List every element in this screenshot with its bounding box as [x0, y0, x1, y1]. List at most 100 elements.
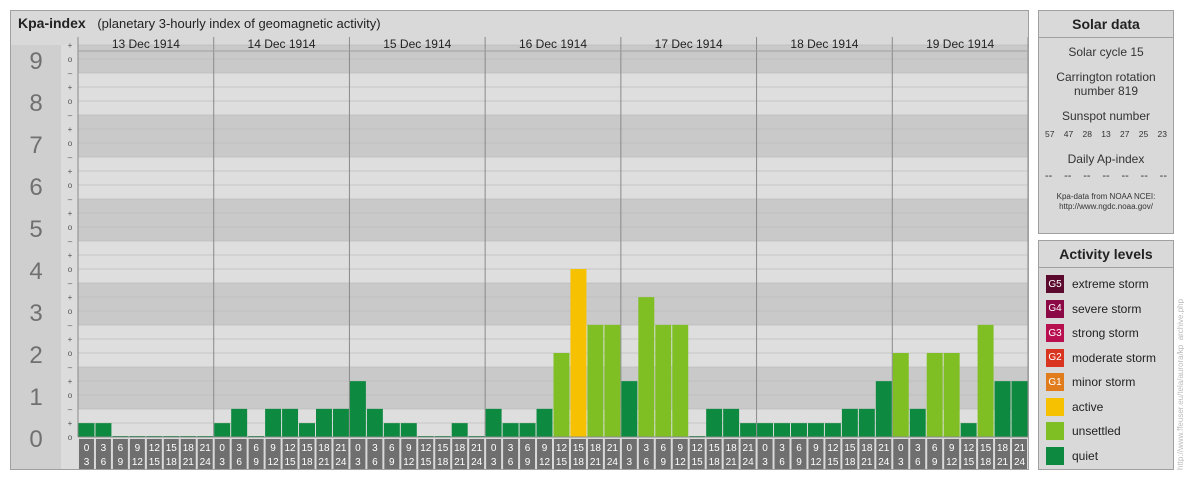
sunspot-value: 25 — [1138, 129, 1149, 139]
ap-value: -- — [1140, 170, 1148, 182]
kp-bar — [841, 408, 858, 437]
y-minor-tick: – — [68, 111, 73, 120]
y-minor-tick: + — [68, 83, 73, 92]
interval-end-label: 15 — [284, 457, 296, 468]
interval-end-label: 15 — [556, 457, 568, 468]
y-tick-label: 0 — [29, 426, 42, 453]
interval-start-label: 12 — [284, 443, 296, 454]
interval-end-label: 3 — [355, 457, 361, 468]
legend-label: minor storm — [1072, 375, 1136, 390]
interval-end-label: 6 — [779, 457, 785, 468]
interval-end-label: 6 — [915, 457, 921, 468]
interval-start-label: 6 — [525, 443, 531, 454]
interval-end-label: 12 — [946, 457, 958, 468]
interval-end-label: 18 — [844, 457, 856, 468]
y-minor-tick: + — [68, 167, 73, 176]
legend-item-unsettled: unsettled — [1039, 419, 1173, 444]
kp-bar — [774, 423, 790, 437]
kp-bar — [366, 408, 383, 437]
interval-end-label: 12 — [132, 457, 144, 468]
interval-end-label: 18 — [573, 457, 585, 468]
kp-bar — [723, 408, 740, 437]
interval-start-label: 0 — [627, 443, 633, 454]
sunspot-value: 27 — [1120, 129, 1130, 139]
kp-bar — [214, 423, 231, 437]
activity-levels-header: Activity levels — [1039, 241, 1173, 268]
ap-value: -- — [1064, 170, 1072, 182]
y-minor-tick: – — [68, 279, 73, 288]
kp-bar — [231, 408, 248, 437]
kp-bar — [383, 423, 400, 437]
credit-line1: Kpa-data from NOAA NCEI: — [1056, 192, 1156, 201]
credit-line2: http://www.ngdc.noaa.gov/ — [1059, 202, 1153, 211]
y-minor-tick: + — [68, 251, 73, 260]
kp-bar — [926, 353, 943, 437]
kp-bar — [791, 423, 807, 437]
kp-bar — [485, 408, 502, 437]
kp-bar — [451, 423, 468, 437]
interval-start-label: 3 — [372, 443, 378, 454]
kp-bar — [875, 381, 892, 437]
interval-start-label: 18 — [318, 443, 330, 454]
sunspot-value: 13 — [1101, 129, 1111, 139]
interval-end-label: 6 — [644, 457, 650, 468]
y-minor-tick: + — [68, 377, 73, 386]
legend-label: active — [1072, 399, 1104, 414]
legend-item-g1: G1 minor storm — [1039, 370, 1173, 395]
interval-end-label: 21 — [183, 457, 195, 468]
kp-bar — [858, 408, 875, 437]
legend-item-quiet: quiet — [1039, 444, 1173, 469]
y-tick-label: 3 — [29, 300, 42, 327]
level-band — [78, 157, 1028, 199]
day-label: 14 Dec 1914 — [248, 37, 316, 51]
interval-start-label: 0 — [219, 443, 225, 454]
interval-start-label: 18 — [590, 443, 602, 454]
y-tick-label: 1 — [29, 384, 42, 411]
legend-label: moderate storm — [1072, 350, 1157, 365]
interval-start-label: 9 — [542, 443, 548, 454]
interval-start-label: 15 — [437, 443, 449, 454]
interval-end-label: 6 — [508, 457, 514, 468]
interval-start-label: 21 — [200, 443, 212, 454]
interval-start-label: 18 — [454, 443, 466, 454]
kp-bar — [638, 297, 655, 437]
level-band — [78, 283, 1028, 325]
interval-start-label: 21 — [878, 443, 890, 454]
interval-start-label: 9 — [813, 443, 819, 454]
interval-end-label: 15 — [420, 457, 432, 468]
interval-start-label: 6 — [118, 443, 124, 454]
interval-start-label: 3 — [915, 443, 921, 454]
y-tick-label: 9 — [29, 48, 42, 75]
interval-end-label: 12 — [675, 457, 687, 468]
interval-start-label: 9 — [406, 443, 412, 454]
sunspot-value: 57 — [1045, 129, 1055, 139]
interval-end-label: 24 — [335, 457, 347, 468]
day-label: 17 Dec 1914 — [655, 37, 723, 51]
legend-swatch: G1 — [1046, 373, 1064, 392]
legend-item-g2: G2 moderate storm — [1039, 346, 1173, 371]
interval-end-label: 18 — [709, 457, 721, 468]
legend-swatch: G5 — [1046, 275, 1064, 294]
interval-start-label: 12 — [149, 443, 161, 454]
ap-value: -- — [1159, 170, 1167, 182]
y-minor-tick: o — [68, 181, 73, 190]
kp-bar — [400, 423, 417, 437]
y-minor-tick: o — [68, 139, 73, 148]
kp-bar — [960, 423, 977, 437]
interval-end-label: 24 — [471, 457, 483, 468]
kpa-bar-chart: 0123456789o+–o+–o+–o+–o+–o+–o+–o+–o+–o+ 1… — [11, 37, 1028, 469]
day-label: 19 Dec 1914 — [926, 37, 994, 51]
interval-start-label: 12 — [963, 443, 975, 454]
source-watermark: http://www.ffeuser.eu/tela/aurora/kp_arc… — [1176, 298, 1184, 470]
interval-end-label: 24 — [607, 457, 619, 468]
interval-end-label: 21 — [997, 457, 1009, 468]
y-minor-tick: + — [68, 209, 73, 218]
interval-start-label: 0 — [355, 443, 361, 454]
y-minor-tick: – — [68, 321, 73, 330]
legend-label: strong storm — [1072, 326, 1139, 341]
interval-start-label: 15 — [980, 443, 992, 454]
sunspot-value: 23 — [1157, 129, 1167, 139]
y-minor-tick: o — [68, 97, 73, 106]
interval-end-label: 24 — [878, 457, 890, 468]
solar-data-box: Solar data Solar cycle 15 Carrington rot… — [1038, 10, 1174, 234]
